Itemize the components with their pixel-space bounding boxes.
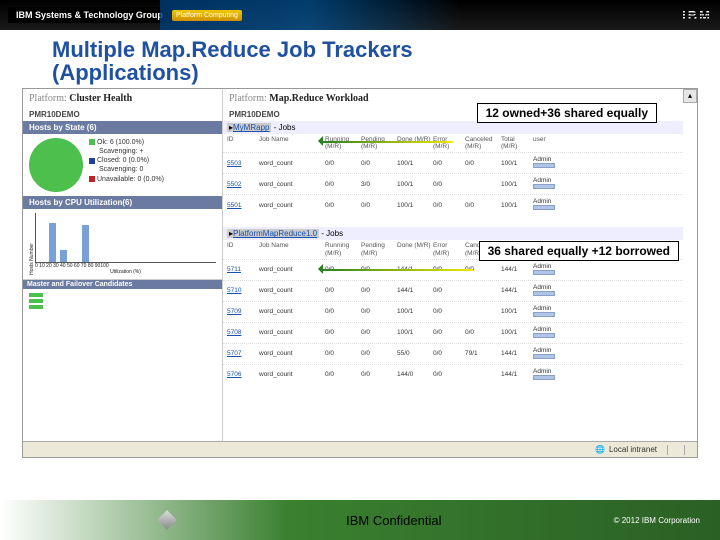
job-id-link[interactable]: 5709 <box>227 308 257 315</box>
group-label: IBM Systems & Technology Group <box>8 7 171 23</box>
slide-footer: IBM Confidential © 2012 IBM Corporation <box>0 500 720 540</box>
sparkline-icon <box>533 333 555 338</box>
hosts-by-state-body: Ok: 6 (100.0%) Scavenging: + Closed: 0 (… <box>23 134 222 196</box>
table-row: 5707word_count0/00/055/00/079/1144/1Admi… <box>223 343 683 364</box>
ibm-logo: IBM <box>682 8 712 23</box>
callout-2: 36 shared equally +12 borrowed <box>479 241 679 261</box>
jobs1-body: 5503word_count0/00/0100/10/00/0100/1Admi… <box>223 152 683 215</box>
table-row: 5502word_count0/03/0100/10/0100/1Admin <box>223 173 683 194</box>
table-row: 5706word_count0/00/0144/00/0144/1Admin <box>223 364 683 385</box>
embedded-screenshot: ▴ Platform: Cluster Health PMR10DEMO Hos… <box>22 88 698 458</box>
sparkline-icon <box>533 184 555 189</box>
jobs2-body: 5711word_count0/00/0144/10/00/0144/1Admi… <box>223 259 683 385</box>
table-row: 5708word_count0/00/0100/10/00/0100/1Admi… <box>223 322 683 343</box>
copyright: © 2012 IBM Corporation <box>614 516 700 525</box>
scroll-up-button[interactable]: ▴ <box>683 89 697 103</box>
callout-1: 12 owned+36 shared equally <box>477 103 657 123</box>
job-id-link[interactable]: 5503 <box>227 160 257 167</box>
cluster-health-panel: Platform: Cluster Health PMR10DEMO Hosts… <box>23 89 223 457</box>
table-row: 5709word_count0/00/0100/10/0100/1Admin <box>223 301 683 322</box>
table-row: 5710word_count0/00/0144/10/0144/1Admin <box>223 280 683 301</box>
sparkline-icon <box>533 354 555 359</box>
master-failover-section: Master and Failover Candidates <box>23 279 222 313</box>
sparkline-icon <box>533 163 555 168</box>
platform-computing-badge: Platform Computing <box>172 10 242 21</box>
workload-panel: Platform: Map.Reduce Workload PMR10DEMO … <box>223 89 697 457</box>
slide-title: Multiple Map.Reduce Job Trackers (Applic… <box>0 30 720 88</box>
sparkline-icon <box>533 312 555 317</box>
sparkline-icon <box>533 205 555 210</box>
jobs1-header: IDJob NameRunning (M/R)Pending (M/R)Done… <box>223 134 683 152</box>
left-instance: PMR10DEMO <box>23 108 222 121</box>
browser-status-bar: 🌐 Local intranet <box>23 441 697 457</box>
diamond-icon <box>157 510 177 530</box>
sparkline-icon <box>533 375 555 380</box>
job-id-link[interactable]: 5710 <box>227 287 257 294</box>
job-id-link[interactable]: 5501 <box>227 202 257 209</box>
job-id-link[interactable]: 5708 <box>227 329 257 336</box>
left-panel-title: Platform: Cluster Health <box>23 89 222 108</box>
job-id-link[interactable]: 5707 <box>227 350 257 357</box>
hosts-by-state-header: Hosts by State (6) <box>23 121 222 134</box>
table-row: 5503word_count0/00/0100/10/00/0100/1Admi… <box>223 152 683 173</box>
top-header: IBM Systems & Technology Group Platform … <box>0 0 720 30</box>
cpu-util-header: Hosts by CPU Utilization(6) <box>23 196 222 209</box>
state-legend: Ok: 6 (100.0%) Scavenging: + Closed: 0 (… <box>89 138 164 192</box>
sparkline-icon <box>533 270 555 275</box>
job-id-link[interactable]: 5706 <box>227 371 257 378</box>
header-gradient: Platform Computing <box>160 0 460 30</box>
job-id-link[interactable]: 5711 <box>227 266 257 273</box>
ibm-confidential: IBM Confidential <box>346 513 441 528</box>
app2-header: ▸PlatformMapReduce1.0 - Jobs <box>223 227 683 240</box>
pie-chart-icon <box>29 138 83 192</box>
intranet-label: Local intranet <box>609 445 657 454</box>
intranet-icon: 🌐 <box>595 445 605 454</box>
cpu-util-chart: Hosts Number 0 10 20 30 40 50 60 70 80 9… <box>23 209 222 279</box>
sparkline-icon <box>533 291 555 296</box>
job-id-link[interactable]: 5502 <box>227 181 257 188</box>
table-row: 5501word_count0/00/0100/10/00/0100/1Admi… <box>223 194 683 215</box>
